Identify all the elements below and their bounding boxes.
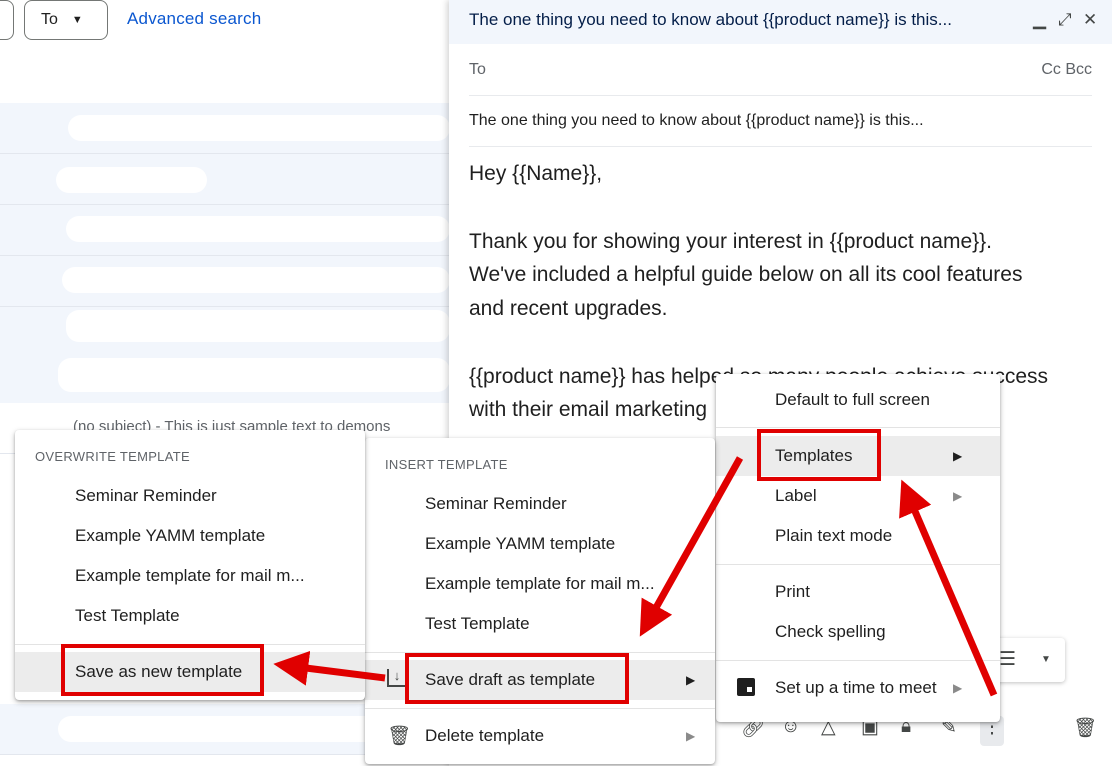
inbox-row[interactable] <box>0 154 460 205</box>
body-line: Thank you for showing your interest in {… <box>469 230 992 253</box>
insert-template-item[interactable]: Test Template <box>365 604 715 644</box>
body-greeting: Hey {{Name}}, <box>469 162 603 185</box>
minimize-icon[interactable]: ▁ <box>1033 10 1046 30</box>
menu-item-print[interactable]: Print <box>716 572 1000 612</box>
redacted-row-content <box>56 167 207 193</box>
overwrite-template-item[interactable]: Test Template <box>15 596 365 636</box>
overwrite-template-item[interactable]: Example YAMM template <box>15 516 365 556</box>
menu-divider <box>716 427 1000 428</box>
overwrite-template-item[interactable]: Example template for mail m... <box>15 556 365 596</box>
submenu-arrow-icon: ▶ <box>686 673 696 687</box>
cc-bcc-link[interactable]: Cc Bcc <box>1041 61 1092 79</box>
search-options-partial[interactable] <box>0 0 14 40</box>
inbox-row[interactable] <box>0 103 460 154</box>
redacted-row-content <box>66 216 450 242</box>
insert-template-item[interactable]: Example template for mail m... <box>365 564 715 604</box>
body-line: with their email marketing <box>469 398 708 421</box>
inbox-row[interactable] <box>0 354 460 405</box>
menu-item-delete-template[interactable]: 🗑︎ Delete template ▶ <box>365 716 715 756</box>
overwrite-template-item[interactable]: Seminar Reminder <box>15 476 365 516</box>
compose-title: The one thing you need to know about {{p… <box>469 10 952 29</box>
body-line: We've included a helpful guide below on … <box>469 263 1023 286</box>
menu-item-label-text: Example template for mail m... <box>75 566 305 585</box>
inbox-row[interactable] <box>0 256 460 307</box>
menu-item-label-text: Example template for mail m... <box>425 574 655 593</box>
menu-item-default-full-screen[interactable]: Default to full screen <box>716 380 1000 420</box>
advanced-search-link[interactable]: Advanced search <box>127 9 261 29</box>
menu-item-label-text: Example YAMM template <box>425 534 616 553</box>
redacted-row-content <box>66 310 450 342</box>
menu-item-label-text: Label <box>775 486 817 505</box>
menu-item-label[interactable]: Label ▶ <box>716 476 1000 516</box>
list-icon[interactable]: ☰ <box>999 648 1016 671</box>
subject-field[interactable]: The one thing you need to know about {{p… <box>469 112 924 130</box>
submenu-arrow-icon: ▶ <box>953 681 963 695</box>
subject-row[interactable]: The one thing you need to know about {{p… <box>469 96 1092 147</box>
redacted-row-content <box>62 267 450 293</box>
inbox-row[interactable] <box>0 307 460 358</box>
inbox-row[interactable] <box>0 205 460 256</box>
menu-item-label-text: Print <box>775 582 810 601</box>
redacted-row-content <box>58 358 450 392</box>
submenu-arrow-icon: ▶ <box>953 449 963 463</box>
highlight-box-save-new <box>61 644 264 696</box>
highlight-box-templates <box>757 429 881 481</box>
menu-item-set-up-meeting[interactable]: Set up a time to meet ▶ <box>716 668 1000 708</box>
more-options-menu: Default to full screen Templates ▶ Label… <box>716 374 1000 722</box>
save-template-icon: ↓ <box>387 669 407 687</box>
menu-item-label-text: Test Template <box>425 614 530 633</box>
expand-icon[interactable]: ⤢ <box>1058 10 1072 30</box>
formatting-toolbar: ☰ ▼ <box>989 638 1065 682</box>
menu-item-label-text: Plain text mode <box>775 526 893 545</box>
submenu-arrow-icon: ▶ <box>686 729 696 743</box>
chevron-down-icon: ▼ <box>71 14 83 26</box>
insert-template-item[interactable]: Seminar Reminder <box>365 484 715 524</box>
menu-item-label-text: Set up a time to meet <box>775 678 937 697</box>
body-line: and recent upgrades. <box>469 297 668 320</box>
highlight-box-save-draft <box>405 653 629 704</box>
menu-divider <box>716 660 1000 661</box>
insert-template-heading: INSERT TEMPLATE <box>385 457 508 472</box>
menu-item-check-spelling[interactable]: Check spelling <box>716 612 1000 652</box>
to-filter-label: To <box>41 11 58 28</box>
overwrite-template-heading: OVERWRITE TEMPLATE <box>35 449 190 464</box>
calendar-icon <box>737 678 755 696</box>
menu-item-label-text: Delete template <box>425 726 545 745</box>
insert-template-item[interactable]: Example YAMM template <box>365 524 715 564</box>
menu-item-label-text: Seminar Reminder <box>425 494 567 513</box>
to-label: To <box>469 61 486 78</box>
menu-item-label-text: Seminar Reminder <box>75 486 217 505</box>
trash-icon[interactable]: 🗑︎ <box>1073 716 1097 740</box>
more-formatting-icon[interactable]: ▼ <box>1041 654 1051 665</box>
to-filter-chip[interactable]: To ▼ <box>24 0 108 40</box>
recipients-row[interactable]: To Cc Bcc <box>469 45 1092 96</box>
redacted-row-content <box>68 115 450 141</box>
menu-item-label-text: Test Template <box>75 606 180 625</box>
templates-menu: INSERT TEMPLATE Seminar Reminder Example… <box>365 438 715 764</box>
close-icon[interactable]: ✕ <box>1083 10 1097 30</box>
menu-item-label: Default to full screen <box>775 390 930 409</box>
menu-divider <box>365 708 715 709</box>
trash-icon: 🗑︎ <box>387 726 412 747</box>
compose-header[interactable]: The one thing you need to know about {{p… <box>449 0 1112 44</box>
menu-item-plain-text-mode[interactable]: Plain text mode <box>716 516 1000 556</box>
submenu-arrow-icon: ▶ <box>953 489 963 503</box>
menu-item-label-text: Example YAMM template <box>75 526 266 545</box>
menu-divider <box>716 564 1000 565</box>
menu-item-label-text: Check spelling <box>775 622 886 641</box>
